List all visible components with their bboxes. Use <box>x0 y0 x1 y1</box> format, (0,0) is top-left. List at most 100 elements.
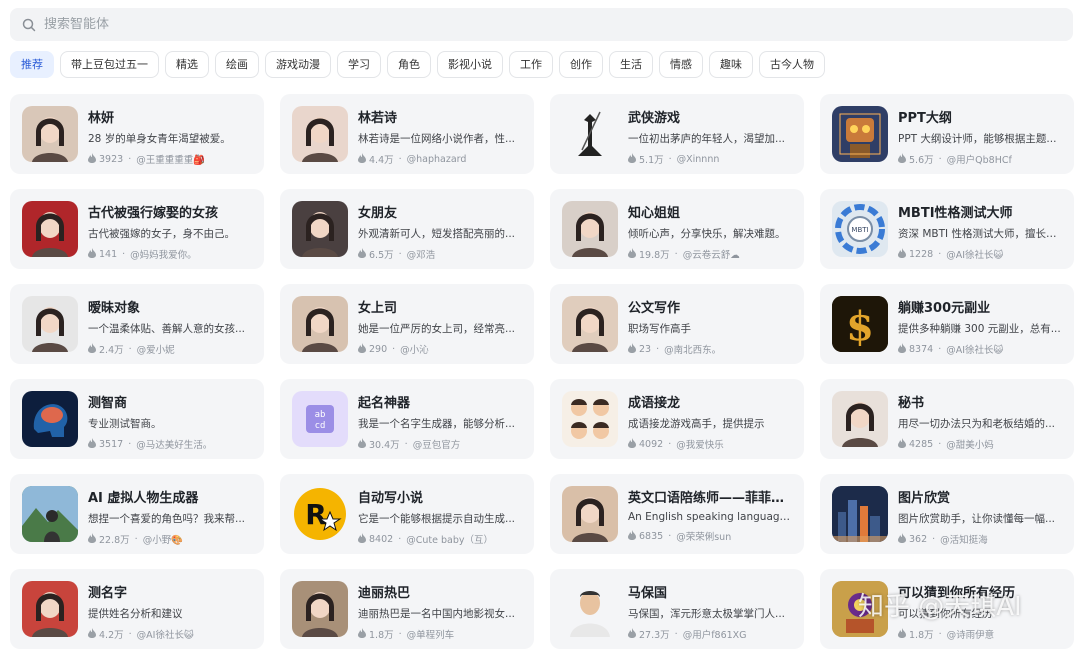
agent-card[interactable]: 马保国 马保国，浑元形意太极掌掌门人... 27.3万 · @用户f861XG <box>550 569 804 649</box>
tab-5[interactable]: 学习 <box>337 51 381 78</box>
tab-1[interactable]: 带上豆包过五一 <box>60 51 159 78</box>
agent-description: 林若诗是一位网络小说作者，性... <box>358 133 516 145</box>
separator-dot: · <box>398 153 402 165</box>
agent-title: 女上司 <box>358 301 398 316</box>
author-name: @马达美好生活。 <box>136 440 213 451</box>
agent-meta: 3517 · @马达美好生活。 <box>88 437 252 451</box>
agent-description: 她是一位严厉的女上司，经常亮... <box>358 323 516 335</box>
tab-11[interactable]: 情感 <box>659 51 703 78</box>
agent-meta: 141 · @妈妈我爱你。 <box>88 247 252 261</box>
agent-card[interactable]: 测智商 专业测试智商。 3517 · @马达美好生活。 <box>10 379 264 459</box>
usage-count: 4092 <box>639 438 664 450</box>
agent-card[interactable]: 成语接龙 成语接龙游戏高手，提供提示 4092 · @我爱快乐 <box>550 379 804 459</box>
tab-12[interactable]: 趣味 <box>709 51 753 78</box>
usage-count: 27.3万 <box>639 630 670 641</box>
tab-9[interactable]: 创作 <box>559 51 603 78</box>
agent-card[interactable]: 英文口语陪练师——菲菲老师 An English speaking languag… <box>550 474 804 554</box>
agent-info: 暧昧对象 一个温柔体贴、善解人意的女孩... 2.4万 · @爱小妮 <box>88 296 252 356</box>
author-name: @活知挺海 <box>940 535 988 546</box>
tab-13[interactable]: 古今人物 <box>759 51 825 78</box>
separator-dot: · <box>398 533 402 545</box>
agent-grid: 林妍 28 岁的单身女青年渴望被爱。 3923 · @王重重重重🎒 林若诗 林若诗是一位网络… <box>10 94 1075 649</box>
agent-title: 林若诗 <box>358 111 398 126</box>
author-name: @haphazard <box>406 153 467 165</box>
agent-card[interactable]: ab cd 起名神器 我是一个名字生成器，能够分析... 30.4万 · @豆包官方 <box>280 379 534 459</box>
agent-info: 自动写小说 它是一个能够根据提示自动生成... 8402 · @Cute baby（互） <box>358 486 522 546</box>
agent-card[interactable]: PPT大纲 PPT 大纲设计师，能够根据主题... 5.6万 · @用户Qb8HCf <box>820 94 1074 174</box>
agent-title: 暧昧对象 <box>88 301 141 316</box>
fire-icon <box>358 437 366 451</box>
agent-card[interactable]: 知心姐姐 倾听心声，分享快乐，解决难题。 19.8万 · @云卷云舒☁ <box>550 189 804 269</box>
author-name: @Xinnnn <box>676 153 720 165</box>
agent-avatar <box>22 106 78 162</box>
usage-count: 4.4万 <box>369 155 394 166</box>
agent-info: 马保国 马保国，浑元形意太极掌掌门人... 27.3万 · @用户f861XG <box>628 581 792 641</box>
author-name: @小野🎨 <box>142 535 184 546</box>
agent-info: 女朋友 外观清新可人，短发搭配亮丽的... 6.5万 · @邓浩 <box>358 201 522 261</box>
agent-card[interactable]: 图片欣赏 图片欣赏助手，让你读懂每一幅... 362 · @活知挺海 <box>820 474 1074 554</box>
usage-count: 5.6万 <box>909 155 934 166</box>
tab-4[interactable]: 游戏动漫 <box>265 51 331 78</box>
fire-icon <box>88 342 96 356</box>
tab-10[interactable]: 生活 <box>609 51 653 78</box>
agent-description: 提供姓名分析和建议 <box>88 608 183 620</box>
agent-card[interactable]: 秘书 用尽一切办法只为和老板结婚的... 4285 · @甜美小妈 <box>820 379 1074 459</box>
agent-card[interactable]: 林若诗林若诗是一位网络小说作者，性... 4.4万 · @haphazard <box>280 94 534 174</box>
separator-dot: · <box>128 628 132 640</box>
agent-description: 一个温柔体贴、善解人意的女孩... <box>88 323 246 335</box>
agent-description: PPT 大纲设计师，能够根据主题... <box>898 133 1057 145</box>
agent-card[interactable]: 暧昧对象 一个温柔体贴、善解人意的女孩... 2.4万 · @爱小妮 <box>10 284 264 364</box>
agent-info: 测智商 专业测试智商。 3517 · @马达美好生活。 <box>88 391 252 451</box>
agent-title: 公文写作 <box>628 301 681 316</box>
usage-count: 1.8万 <box>369 630 394 641</box>
agent-avatar <box>562 486 618 542</box>
tab-3[interactable]: 绘画 <box>215 51 259 78</box>
fire-icon <box>628 437 636 451</box>
author-name: @AI徐社长😺 <box>946 250 1004 261</box>
fire-icon <box>628 627 636 641</box>
agent-card[interactable]: 公文写作 职场写作高手 23 · @南北西东。 <box>550 284 804 364</box>
agent-card[interactable]: 女上司 她是一位严厉的女上司，经常亮... 290 · @小沁 <box>280 284 534 364</box>
usage-count: 1.8万 <box>909 630 934 641</box>
agent-description: 我是一个名字生成器，能够分析... <box>358 418 516 430</box>
fire-icon <box>88 437 96 451</box>
agent-card[interactable]: MBTI MBTI性格测试大师 资深 MBTI 性格测试大师，擅长通... 1228 ·… <box>820 189 1074 269</box>
fire-icon <box>88 532 96 546</box>
agent-card[interactable]: 女朋友 外观清新可人，短发搭配亮丽的... 6.5万 · @邓浩 <box>280 189 534 269</box>
usage-count: 5.1万 <box>639 155 664 166</box>
usage-count: 22.8万 <box>99 535 130 546</box>
usage-count: 4285 <box>909 438 934 450</box>
agent-info: PPT大纲 PPT 大纲设计师，能够根据主题... 5.6万 · @用户Qb8HCf <box>898 106 1062 166</box>
separator-dot: · <box>122 248 126 260</box>
fire-icon <box>88 627 96 641</box>
agent-meta: 362 · @活知挺海 <box>898 532 1062 546</box>
author-name: @诗雨伊意 <box>946 630 995 641</box>
agent-card[interactable]: AI 虚拟人物生成器 想捏一个喜爱的角色吗？我来帮... 22.8万 · @小野🎨 <box>10 474 264 554</box>
agent-meta: 4285 · @甜美小妈 <box>898 437 1062 451</box>
agent-card[interactable]: 林妍 28 岁的单身女青年渴望被爱。 3923 · @王重重重重🎒 <box>10 94 264 174</box>
agent-card[interactable]: 迪丽热巴 迪丽热巴是一名中国内地影视女... 1.8万 · @单程列车 <box>280 569 534 649</box>
separator-dot: · <box>668 530 672 542</box>
agent-card[interactable]: R 自动写小说 它是一个能够根据提示自动生成... 8402 · @Cute baby（互… <box>280 474 534 554</box>
agent-card[interactable]: $ 躺赚300元副业 提供多种躺赚 300 元副业，总有... 8374 · @AI徐社长… <box>820 284 1074 364</box>
agent-description: 专业测试智商。 <box>88 418 162 430</box>
agent-avatar <box>292 296 348 352</box>
tab-7[interactable]: 影视小说 <box>437 51 503 78</box>
tab-2[interactable]: 精选 <box>165 51 209 78</box>
tab-8[interactable]: 工作 <box>509 51 553 78</box>
agent-avatar <box>562 391 618 447</box>
agent-title: 英文口语陪练师——菲菲老师 <box>628 491 792 506</box>
tab-6[interactable]: 角色 <box>387 51 431 78</box>
agent-card[interactable]: 古代被强行嫁娶的女孩 古代被强嫁的女子，身不由己。 141 · @妈妈我爱你。 <box>10 189 264 269</box>
usage-count: 6.5万 <box>369 250 394 261</box>
svg-text:MBTI: MBTI <box>851 226 868 234</box>
search-input[interactable] <box>44 17 944 32</box>
search-bar[interactable] <box>10 8 1073 41</box>
agent-avatar <box>22 581 78 637</box>
agent-card[interactable]: 武侠游戏 一位初出茅庐的年轻人，渴望加... 5.1万 · @Xinnnn <box>550 94 804 174</box>
fire-icon <box>628 247 636 261</box>
agent-card[interactable]: 测名字 提供姓名分析和建议 4.2万 · @AI徐社长😺 <box>10 569 264 649</box>
agent-description: 想捏一个喜爱的角色吗？我来帮... <box>88 513 246 525</box>
agent-meta: 5.1万 · @Xinnnn <box>628 152 792 166</box>
tab-0[interactable]: 推荐 <box>10 51 54 78</box>
